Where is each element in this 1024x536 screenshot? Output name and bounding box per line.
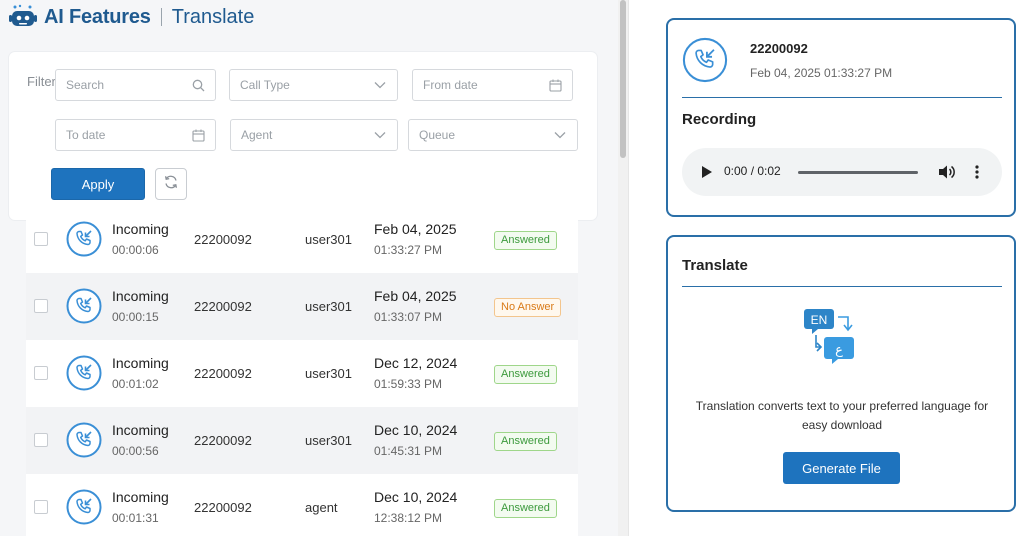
audio-progress-track[interactable] bbox=[798, 171, 918, 174]
call-table: Incoming 00:00:06 22200092 user301 Feb 0… bbox=[26, 206, 578, 536]
audio-player: 0:00 / 0:02 bbox=[682, 148, 1002, 196]
call-direction: Incoming bbox=[112, 288, 169, 304]
title-separator bbox=[160, 8, 162, 26]
call-date: Feb 04, 2025 bbox=[374, 221, 457, 237]
table-row[interactable]: Incoming 00:00:06 22200092 user301 Feb 0… bbox=[26, 206, 578, 273]
status-badge: Answered bbox=[494, 365, 557, 384]
translate-card: Translate EN ع Translation converts text… bbox=[666, 235, 1016, 512]
call-date: Dec 12, 2024 bbox=[374, 355, 458, 371]
to-date-input[interactable]: To date bbox=[55, 119, 216, 151]
call-direction: Incoming bbox=[112, 221, 169, 237]
call-number: 22200092 bbox=[194, 232, 252, 247]
status-badge: Answered bbox=[494, 231, 557, 250]
incoming-call-icon bbox=[66, 489, 102, 525]
status-badge: Answered bbox=[494, 432, 557, 451]
search-input[interactable]: Search bbox=[55, 69, 216, 101]
call-agent: user301 bbox=[305, 366, 352, 381]
generate-file-button[interactable]: Generate File bbox=[783, 452, 900, 484]
recording-number: 22200092 bbox=[750, 41, 808, 56]
call-list-panel: AI Features Translate Filters Search Cal… bbox=[0, 0, 618, 536]
refresh-button[interactable] bbox=[155, 168, 187, 200]
recording-datetime: Feb 04, 2025 01:33:27 PM bbox=[750, 66, 893, 80]
volume-icon[interactable] bbox=[938, 164, 956, 180]
detail-panel: 22200092 Feb 04, 2025 01:33:27 PM Record… bbox=[629, 0, 1024, 536]
call-duration: 00:01:31 bbox=[112, 511, 159, 525]
call-direction: Incoming bbox=[112, 355, 169, 371]
call-agent: user301 bbox=[305, 299, 352, 314]
call-number: 22200092 bbox=[194, 366, 252, 381]
app-header: AI Features Translate bbox=[8, 4, 254, 30]
incoming-call-icon bbox=[66, 422, 102, 458]
filters-label: Filters bbox=[27, 74, 55, 89]
call-duration: 00:01:02 bbox=[112, 377, 159, 391]
table-row[interactable]: Incoming 00:01:02 22200092 user301 Dec 1… bbox=[26, 340, 578, 407]
call-agent: agent bbox=[305, 500, 338, 515]
call-duration: 00:00:56 bbox=[112, 444, 159, 458]
recording-card: 22200092 Feb 04, 2025 01:33:27 PM Record… bbox=[666, 18, 1016, 217]
row-checkbox[interactable] bbox=[34, 433, 48, 447]
incoming-call-icon bbox=[682, 37, 728, 83]
robot-logo-icon bbox=[8, 4, 38, 30]
call-date: Feb 04, 2025 bbox=[374, 288, 457, 304]
agent-select[interactable]: Agent bbox=[230, 119, 398, 151]
divider bbox=[682, 97, 1002, 98]
incoming-call-icon bbox=[66, 221, 102, 257]
chevron-down-icon bbox=[373, 78, 387, 92]
call-direction: Incoming bbox=[112, 489, 169, 505]
call-duration: 00:00:06 bbox=[112, 243, 159, 257]
refresh-icon bbox=[163, 174, 179, 195]
calendar-icon bbox=[191, 128, 205, 142]
chevron-down-icon bbox=[373, 128, 387, 142]
scrollbar-thumb[interactable] bbox=[620, 0, 626, 158]
row-checkbox[interactable] bbox=[34, 500, 48, 514]
call-date: Dec 10, 2024 bbox=[374, 422, 458, 438]
incoming-call-icon bbox=[66, 355, 102, 391]
table-row[interactable]: Incoming 00:00:15 22200092 user301 Feb 0… bbox=[26, 273, 578, 340]
call-agent: user301 bbox=[305, 232, 352, 247]
table-row[interactable]: Incoming 00:01:31 22200092 agent Dec 10,… bbox=[26, 474, 578, 536]
play-icon[interactable] bbox=[702, 166, 712, 178]
translate-title: Translate bbox=[682, 257, 748, 274]
svg-text:ع: ع bbox=[835, 343, 843, 358]
queue-select[interactable]: Queue bbox=[408, 119, 578, 151]
call-number: 22200092 bbox=[194, 500, 252, 515]
row-checkbox[interactable] bbox=[34, 232, 48, 246]
call-number: 22200092 bbox=[194, 299, 252, 314]
call-type-select[interactable]: Call Type bbox=[229, 69, 398, 101]
app-title: AI Features bbox=[44, 5, 151, 28]
status-badge: Answered bbox=[494, 499, 557, 518]
call-agent: user301 bbox=[305, 433, 352, 448]
recording-title: Recording bbox=[682, 111, 757, 128]
call-number: 22200092 bbox=[194, 433, 252, 448]
call-direction: Incoming bbox=[112, 422, 169, 438]
audio-time: 0:00 / 0:02 bbox=[724, 164, 781, 178]
status-badge: No Answer bbox=[494, 298, 562, 317]
search-icon bbox=[191, 78, 205, 92]
more-options-icon[interactable] bbox=[974, 164, 980, 180]
call-date: Dec 10, 2024 bbox=[374, 489, 458, 505]
from-date-input[interactable]: From date bbox=[412, 69, 573, 101]
row-checkbox[interactable] bbox=[34, 366, 48, 380]
page-title: Translate bbox=[171, 5, 255, 28]
call-time: 01:33:27 PM bbox=[374, 243, 443, 257]
call-time: 01:33:07 PM bbox=[374, 310, 443, 324]
svg-text:EN: EN bbox=[811, 313, 828, 327]
row-checkbox[interactable] bbox=[34, 299, 48, 313]
calendar-icon bbox=[548, 78, 562, 92]
chevron-down-icon bbox=[553, 128, 567, 142]
filter-panel: Filters Search Call Type From date To da… bbox=[9, 52, 597, 220]
incoming-call-icon bbox=[66, 288, 102, 324]
call-duration: 00:00:15 bbox=[112, 310, 159, 324]
call-time: 12:38:12 PM bbox=[374, 511, 443, 525]
apply-button[interactable]: Apply bbox=[51, 168, 145, 200]
table-row[interactable]: Incoming 00:00:56 22200092 user301 Dec 1… bbox=[26, 407, 578, 474]
call-time: 01:59:33 PM bbox=[374, 377, 443, 391]
divider bbox=[682, 286, 1002, 287]
call-time: 01:45:31 PM bbox=[374, 444, 443, 458]
scrollbar[interactable] bbox=[618, 0, 628, 536]
translate-illustration-icon: EN ع bbox=[798, 305, 860, 365]
translate-description: Translation converts text to your prefer… bbox=[695, 399, 989, 432]
